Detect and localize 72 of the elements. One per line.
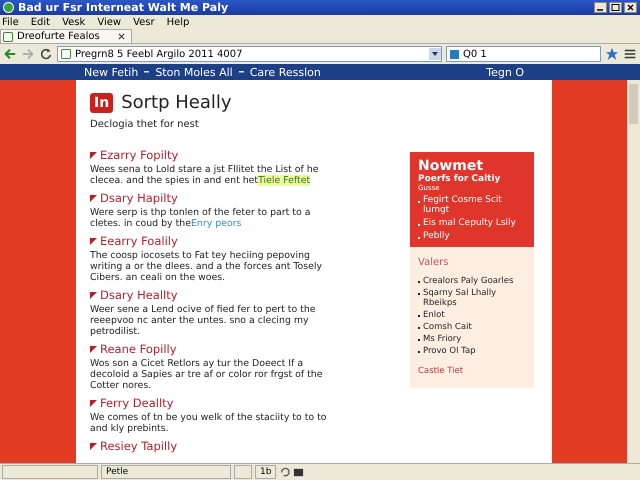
section-heading: Dsary Heallty bbox=[100, 288, 178, 302]
list-item: Sqarny Sal Lhally Rbeikps bbox=[423, 288, 498, 308]
close-tab-icon[interactable] bbox=[118, 33, 125, 40]
back-icon[interactable] bbox=[3, 47, 17, 61]
nav-link[interactable]: New Fetih bbox=[84, 66, 138, 78]
list-item: Enlot bbox=[423, 310, 445, 320]
bullet-icon bbox=[90, 400, 97, 406]
window-title: Bad ur Fsr Interneat Walt Me Paly bbox=[18, 1, 230, 14]
list-item: Comsh Cait bbox=[423, 322, 472, 332]
menu-item[interactable]: Vesr bbox=[133, 16, 155, 28]
logo-icon: In bbox=[90, 92, 114, 112]
bullet-icon bbox=[90, 346, 97, 352]
list-item: Crealors Paly Goarles bbox=[423, 276, 514, 286]
dash-icon bbox=[144, 71, 150, 73]
bullet-icon bbox=[90, 292, 97, 298]
menu-item[interactable]: Vesk bbox=[62, 16, 86, 28]
search-field[interactable]: Q0 1 bbox=[446, 46, 601, 62]
undo-icon bbox=[279, 466, 290, 478]
dash-icon bbox=[238, 71, 244, 73]
close-icon[interactable] bbox=[624, 2, 637, 13]
paragraph: The coosp iocosets to Fat tey heciing pepoving writing a or the dlees. and a the forces ant Tosely Cibers. an ceali on the woes. bbox=[90, 250, 324, 283]
reload-icon[interactable] bbox=[39, 47, 53, 61]
paragraph: We comes of tn be you welk of the staciity to to to and kly prebints. bbox=[90, 412, 328, 434]
search-engine-icon bbox=[450, 50, 459, 58]
text-link[interactable]: Enry peors bbox=[190, 218, 242, 229]
scroll-thumb[interactable] bbox=[629, 84, 638, 124]
bullet-icon bbox=[90, 238, 97, 244]
card-title: Valers bbox=[418, 257, 450, 268]
page-title: Sortp Heally bbox=[121, 92, 232, 113]
browser-tab[interactable]: Dreofurte Fealos bbox=[0, 29, 132, 43]
page-icon bbox=[3, 32, 13, 42]
section-heading: Reane Fopilly bbox=[100, 342, 177, 356]
text-link[interactable]: Castle Tiet bbox=[418, 366, 526, 376]
paragraph: Wees sena to Lold stare a jst Fllitet the List of he clecea. and the spies in and ent hetTiele Feftet bbox=[90, 164, 320, 186]
list-item: Provo Ol Tap bbox=[423, 346, 476, 356]
browser-icon bbox=[3, 2, 14, 13]
menu-item[interactable]: Edit bbox=[30, 16, 50, 28]
menu-item[interactable]: Help bbox=[166, 16, 190, 28]
menu-item[interactable]: View bbox=[97, 16, 122, 28]
address-bar[interactable]: Pregrn8 5 Feebl Argilo 2011 4007 bbox=[57, 46, 442, 62]
paragraph: Wos son a Cicet Retlors ay tur the Doeect If a decoloid a Sapies ar tre af or color ror frgst of the Cotter nores. bbox=[90, 358, 324, 391]
section-heading: Resiey Tapilly bbox=[100, 439, 178, 453]
card-subtitle: Poerfs for Caltiy bbox=[418, 174, 502, 184]
page-subtitle: Declogia thet for nest bbox=[90, 119, 200, 130]
status-text: Petle bbox=[101, 465, 231, 479]
bullet-icon bbox=[90, 152, 97, 158]
bullet-icon bbox=[90, 442, 97, 450]
paragraph: Weer sene a Lend ocive of fied fer to pert to the reeepvoo nc anter the untes. sno a clecing my petrodilist. bbox=[90, 304, 317, 337]
minimize-icon[interactable] bbox=[594, 2, 607, 13]
dropdown-icon[interactable] bbox=[429, 48, 441, 60]
section-heading: Dsary Hapilty bbox=[100, 191, 178, 205]
section-heading: Ferry Deallty bbox=[100, 396, 174, 410]
section-heading: Eearry Foalily bbox=[100, 234, 178, 248]
page-icon bbox=[61, 49, 71, 59]
text-link[interactable]: Tiele Feftet bbox=[258, 175, 310, 186]
square-icon bbox=[293, 466, 304, 478]
maximize-icon[interactable] bbox=[609, 2, 622, 13]
sidebar-link[interactable]: Fegirt Cosme Scit lumgt bbox=[423, 195, 526, 215]
nav-link[interactable]: Care Resslon bbox=[250, 66, 321, 78]
menu-icon[interactable] bbox=[623, 47, 637, 61]
status-text: 1b bbox=[255, 465, 276, 479]
menu-item[interactable]: File bbox=[2, 16, 19, 28]
bullet-icon bbox=[90, 194, 97, 202]
paragraph: Were serp is thp tonlen of the feter to part to a cletes. in coud by theEnry peors bbox=[90, 207, 312, 229]
star-icon[interactable] bbox=[605, 47, 619, 61]
card-title: Nowmet bbox=[418, 158, 484, 174]
nav-link[interactable]: Ston Moles All bbox=[155, 66, 233, 78]
list-item: Ms Friory bbox=[423, 334, 462, 344]
sidebar-link[interactable]: Peblly bbox=[423, 231, 450, 241]
sidebar-link[interactable]: Eis mal Cepulty Lsily bbox=[423, 218, 516, 228]
nav-link[interactable]: Tegn O bbox=[486, 66, 524, 78]
section-heading: Ezarry Fopilty bbox=[100, 148, 178, 162]
